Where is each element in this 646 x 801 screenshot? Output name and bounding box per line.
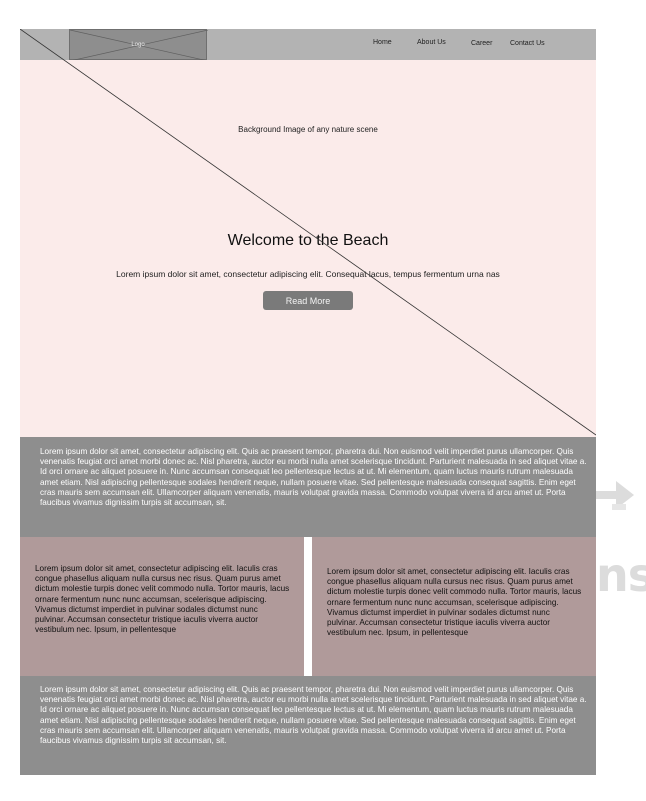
- logo-label: Logo: [131, 41, 145, 48]
- column-right-text: Lorem ipsum dolor sit amet, consectetur …: [312, 537, 596, 676]
- logo-placeholder[interactable]: Logo: [69, 29, 208, 61]
- hero-text: Lorem ipsum dolor sit amet, consectetur …: [116, 269, 500, 279]
- site-header: Logo Home About Us Career Contact Us: [20, 29, 596, 61]
- read-more-button[interactable]: Read More: [263, 291, 353, 310]
- nav-about-us[interactable]: About Us: [417, 39, 446, 46]
- nav-home[interactable]: Home: [373, 39, 392, 46]
- nav-contact-us[interactable]: Contact Us: [510, 40, 545, 47]
- page-wireframe: Logo Home About Us Career Contact Us Bac…: [20, 29, 596, 775]
- two-column-section: Lorem ipsum dolor sit amet, consectetur …: [20, 537, 596, 676]
- nav-career[interactable]: Career: [471, 40, 492, 47]
- hero-section: Background Image of any nature scene Wel…: [20, 60, 596, 437]
- text-band-top: Lorem ipsum dolor sit amet, consectetur …: [20, 437, 596, 537]
- watermark-text: ns: [596, 548, 646, 602]
- text-band-bottom: Lorem ipsum dolor sit amet, consectetur …: [20, 676, 596, 775]
- background-image-note: Background Image of any nature scene: [238, 125, 378, 134]
- hero-title: Welcome to the Beach: [227, 232, 389, 249]
- column-left-text: Lorem ipsum dolor sit amet, consectetur …: [20, 537, 304, 676]
